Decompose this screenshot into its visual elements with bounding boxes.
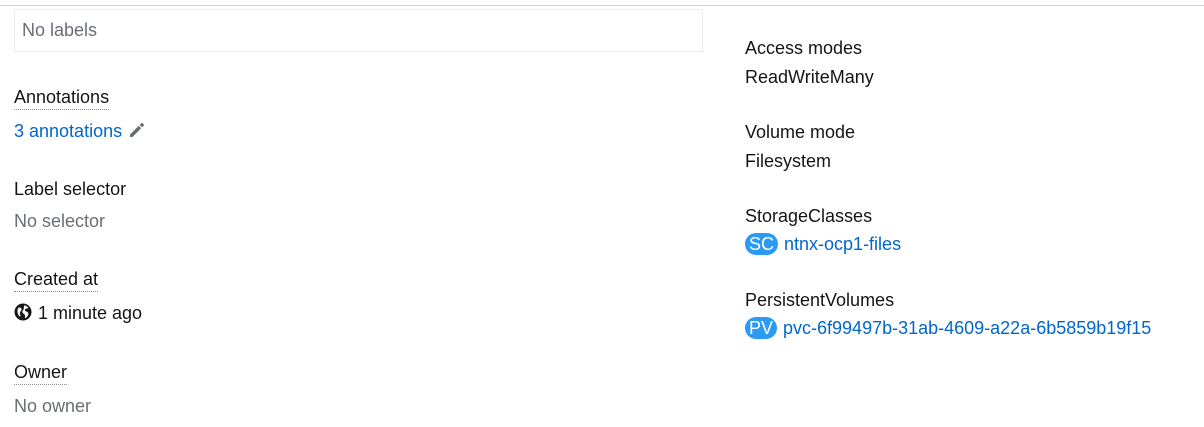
persistent-volume-badge: PV [745, 317, 778, 339]
storage-class-badge: SC [745, 233, 779, 255]
created-at-text: 1 minute ago [38, 303, 143, 323]
annotations-link[interactable]: 3 annotations [14, 121, 122, 141]
storage-classes-value: SC ntnx-ocp1-files [745, 233, 901, 255]
persistent-volumes-value: PV pvc-6f99497b-31ab-4609-a22a-6b5859b19f… [745, 317, 1151, 339]
persistent-volumes-term: PersistentVolumes [745, 290, 895, 310]
created-at-value: 1 minute ago [14, 302, 142, 324]
owner-value: No owner [14, 396, 92, 416]
volume-mode-term: Volume mode [745, 122, 856, 142]
storage-class-link[interactable]: ntnx-ocp1-files [784, 234, 901, 254]
pencil-icon[interactable] [127, 120, 147, 140]
section-divider [0, 5, 1204, 6]
globe-icon [14, 303, 32, 321]
access-modes-term: Access modes [745, 38, 863, 58]
label-selector-term: Label selector [14, 179, 127, 199]
label-selector-value: No selector [14, 211, 106, 231]
labels-empty-text: No labels [22, 20, 98, 40]
annotations-term[interactable]: Annotations [14, 86, 110, 110]
volume-mode-value: Filesystem [745, 151, 832, 171]
persistent-volume-link[interactable]: pvc-6f99497b-31ab-4609-a22a-6b5859b19f15 [783, 318, 1151, 338]
storage-classes-term: StorageClasses [745, 206, 873, 226]
annotations-value: 3 annotations [14, 120, 147, 142]
owner-term[interactable]: Owner [14, 361, 68, 385]
access-modes-value: ReadWriteMany [745, 67, 874, 87]
created-at-term[interactable]: Created at [14, 268, 99, 292]
labels-box: No labels [14, 9, 703, 52]
